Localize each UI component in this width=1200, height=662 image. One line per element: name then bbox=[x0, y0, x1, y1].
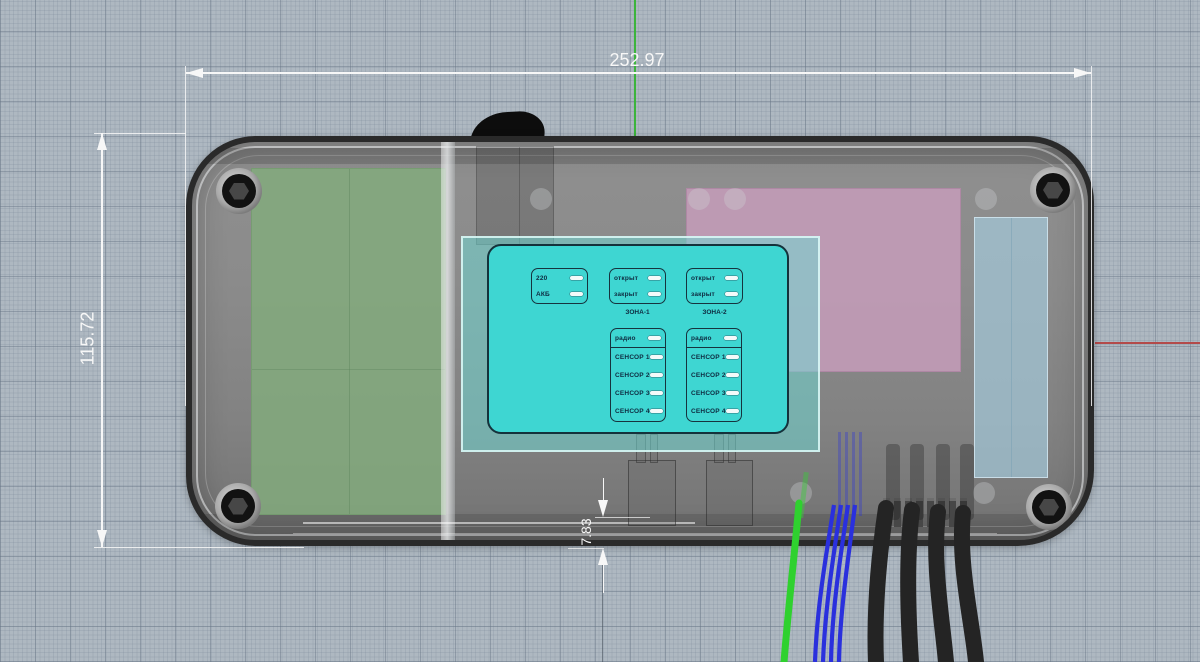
grid-x-axis bbox=[1095, 342, 1200, 344]
pcb-seam-vertical bbox=[349, 169, 350, 514]
led-indicator bbox=[570, 276, 583, 281]
status-label: закрыт bbox=[614, 291, 638, 298]
led-indicator bbox=[724, 336, 737, 341]
top-wall-shadow bbox=[192, 148, 1088, 164]
sensor-label: СЕНСОР 4 bbox=[615, 408, 650, 415]
sensor-label: СЕНСОР 1 bbox=[615, 354, 650, 361]
pin bbox=[949, 498, 956, 527]
sensor-label: СЕНСОР 3 bbox=[691, 390, 726, 397]
screw-ring bbox=[1032, 490, 1066, 524]
dim-arrow bbox=[598, 500, 608, 517]
mounting-boss bbox=[975, 188, 997, 210]
led-indicator bbox=[725, 276, 738, 281]
status-label: открыт bbox=[614, 275, 638, 282]
sensor-label: СЕНСОР 1 bbox=[691, 354, 726, 361]
dim-arrow bbox=[598, 548, 608, 565]
power-label: 220 bbox=[536, 275, 547, 282]
cable-stub-black bbox=[886, 444, 900, 520]
dim-extension bbox=[94, 547, 304, 548]
status-label: закрыт bbox=[691, 291, 715, 298]
dim-thickness-label[interactable]: 7.83 bbox=[578, 512, 594, 552]
led-indicator bbox=[650, 391, 663, 396]
sensor-label: СЕНСОР 2 bbox=[691, 372, 726, 379]
led-indicator bbox=[725, 292, 738, 297]
dim-height-label[interactable]: 115.72 bbox=[78, 287, 99, 391]
zone2-label: ЗОНА-2 bbox=[686, 309, 743, 316]
dim-height-line bbox=[101, 133, 103, 547]
terminal-connector[interactable] bbox=[706, 460, 753, 526]
mounting-boss bbox=[724, 188, 746, 210]
zone2-sensor-box[interactable]: радио СЕНСОР 1 СЕНСОР 2 СЕНСОР 3 СЕНСОР … bbox=[686, 328, 742, 422]
sensor-label: СЕНСОР 3 bbox=[615, 390, 650, 397]
corner-screw-top-right[interactable] bbox=[1030, 167, 1076, 213]
screw-ring bbox=[221, 489, 255, 523]
led-indicator bbox=[648, 336, 661, 341]
screw-ring bbox=[1036, 173, 1070, 207]
zone1-sensor-box[interactable]: радио СЕНСОР 1 СЕНСОР 2 СЕНСОР 3 СЕНСОР … bbox=[610, 328, 666, 422]
cable-stub-black bbox=[960, 444, 974, 520]
status-label: открыт bbox=[691, 275, 715, 282]
indicator-panel[interactable]: 220 АКБ открыт закрыт открыт закрыт ЗОНА… bbox=[487, 244, 789, 434]
sensor-label: СЕНСОР 4 bbox=[691, 408, 726, 415]
cad-viewport[interactable]: 220 АКБ открыт закрыт открыт закрыт ЗОНА… bbox=[0, 0, 1200, 662]
led-indicator bbox=[726, 409, 739, 414]
corner-screw-bottom-right[interactable] bbox=[1026, 484, 1072, 530]
dim-arrow bbox=[1074, 68, 1091, 78]
dim-extension bbox=[185, 66, 186, 406]
sensor-label: радио bbox=[615, 335, 636, 342]
led-indicator bbox=[648, 276, 661, 281]
dim-arrow bbox=[186, 68, 203, 78]
mounting-boss bbox=[530, 188, 552, 210]
dim-extension bbox=[595, 517, 650, 518]
led-indicator bbox=[650, 355, 663, 360]
led-indicator bbox=[648, 292, 661, 297]
wire-stub-blue bbox=[845, 432, 848, 516]
dim-extension bbox=[94, 133, 186, 134]
dim-arrow bbox=[97, 530, 107, 547]
cover-seam bbox=[1011, 218, 1012, 477]
cable-stub-black bbox=[936, 444, 950, 520]
screw-hex-socket bbox=[1039, 499, 1059, 516]
bottom-lip-line2 bbox=[293, 533, 997, 534]
screw-hex-socket bbox=[228, 498, 248, 515]
wire-stub-blue bbox=[852, 432, 855, 516]
heatsink-seam bbox=[519, 147, 520, 244]
led-indicator bbox=[726, 355, 739, 360]
led-indicator bbox=[726, 391, 739, 396]
sensor-label: радио bbox=[691, 335, 712, 342]
screw-hex-socket bbox=[1043, 182, 1063, 199]
led-indicator bbox=[570, 292, 583, 297]
green-pcb[interactable] bbox=[251, 168, 446, 515]
pcb-seam-horizontal bbox=[252, 369, 445, 370]
dim-width-label[interactable]: 252.97 bbox=[585, 50, 689, 71]
pin bbox=[927, 498, 934, 527]
zone2-status-box[interactable]: открыт закрыт bbox=[686, 268, 743, 304]
screw-hex-socket bbox=[229, 183, 249, 200]
cable-stub-black bbox=[910, 444, 924, 520]
dim-width-line bbox=[186, 72, 1091, 74]
mounting-boss bbox=[688, 188, 710, 210]
power-label: АКБ bbox=[536, 291, 550, 298]
dim-arrow bbox=[97, 133, 107, 150]
zone1-label: ЗОНА-1 bbox=[609, 309, 666, 316]
screw-ring bbox=[222, 174, 256, 208]
blue-terminal-cover[interactable] bbox=[974, 217, 1048, 478]
center-divider-strip[interactable] bbox=[441, 142, 455, 546]
mounting-boss bbox=[973, 482, 995, 504]
led-indicator bbox=[726, 373, 739, 378]
led-indicator bbox=[650, 373, 663, 378]
dim-thickness-line2 bbox=[603, 565, 604, 593]
power-indicator-box[interactable]: 220 АКБ bbox=[531, 268, 588, 304]
corner-screw-top-left[interactable] bbox=[216, 168, 262, 214]
wire-stub-blue bbox=[859, 432, 862, 516]
wire-stub-blue bbox=[838, 432, 841, 516]
dim-extension bbox=[1091, 66, 1092, 406]
led-indicator bbox=[650, 409, 663, 414]
sensor-label: СЕНСОР 2 bbox=[615, 372, 650, 379]
zone1-status-box[interactable]: открыт закрыт bbox=[609, 268, 666, 304]
corner-screw-bottom-left[interactable] bbox=[215, 483, 261, 529]
